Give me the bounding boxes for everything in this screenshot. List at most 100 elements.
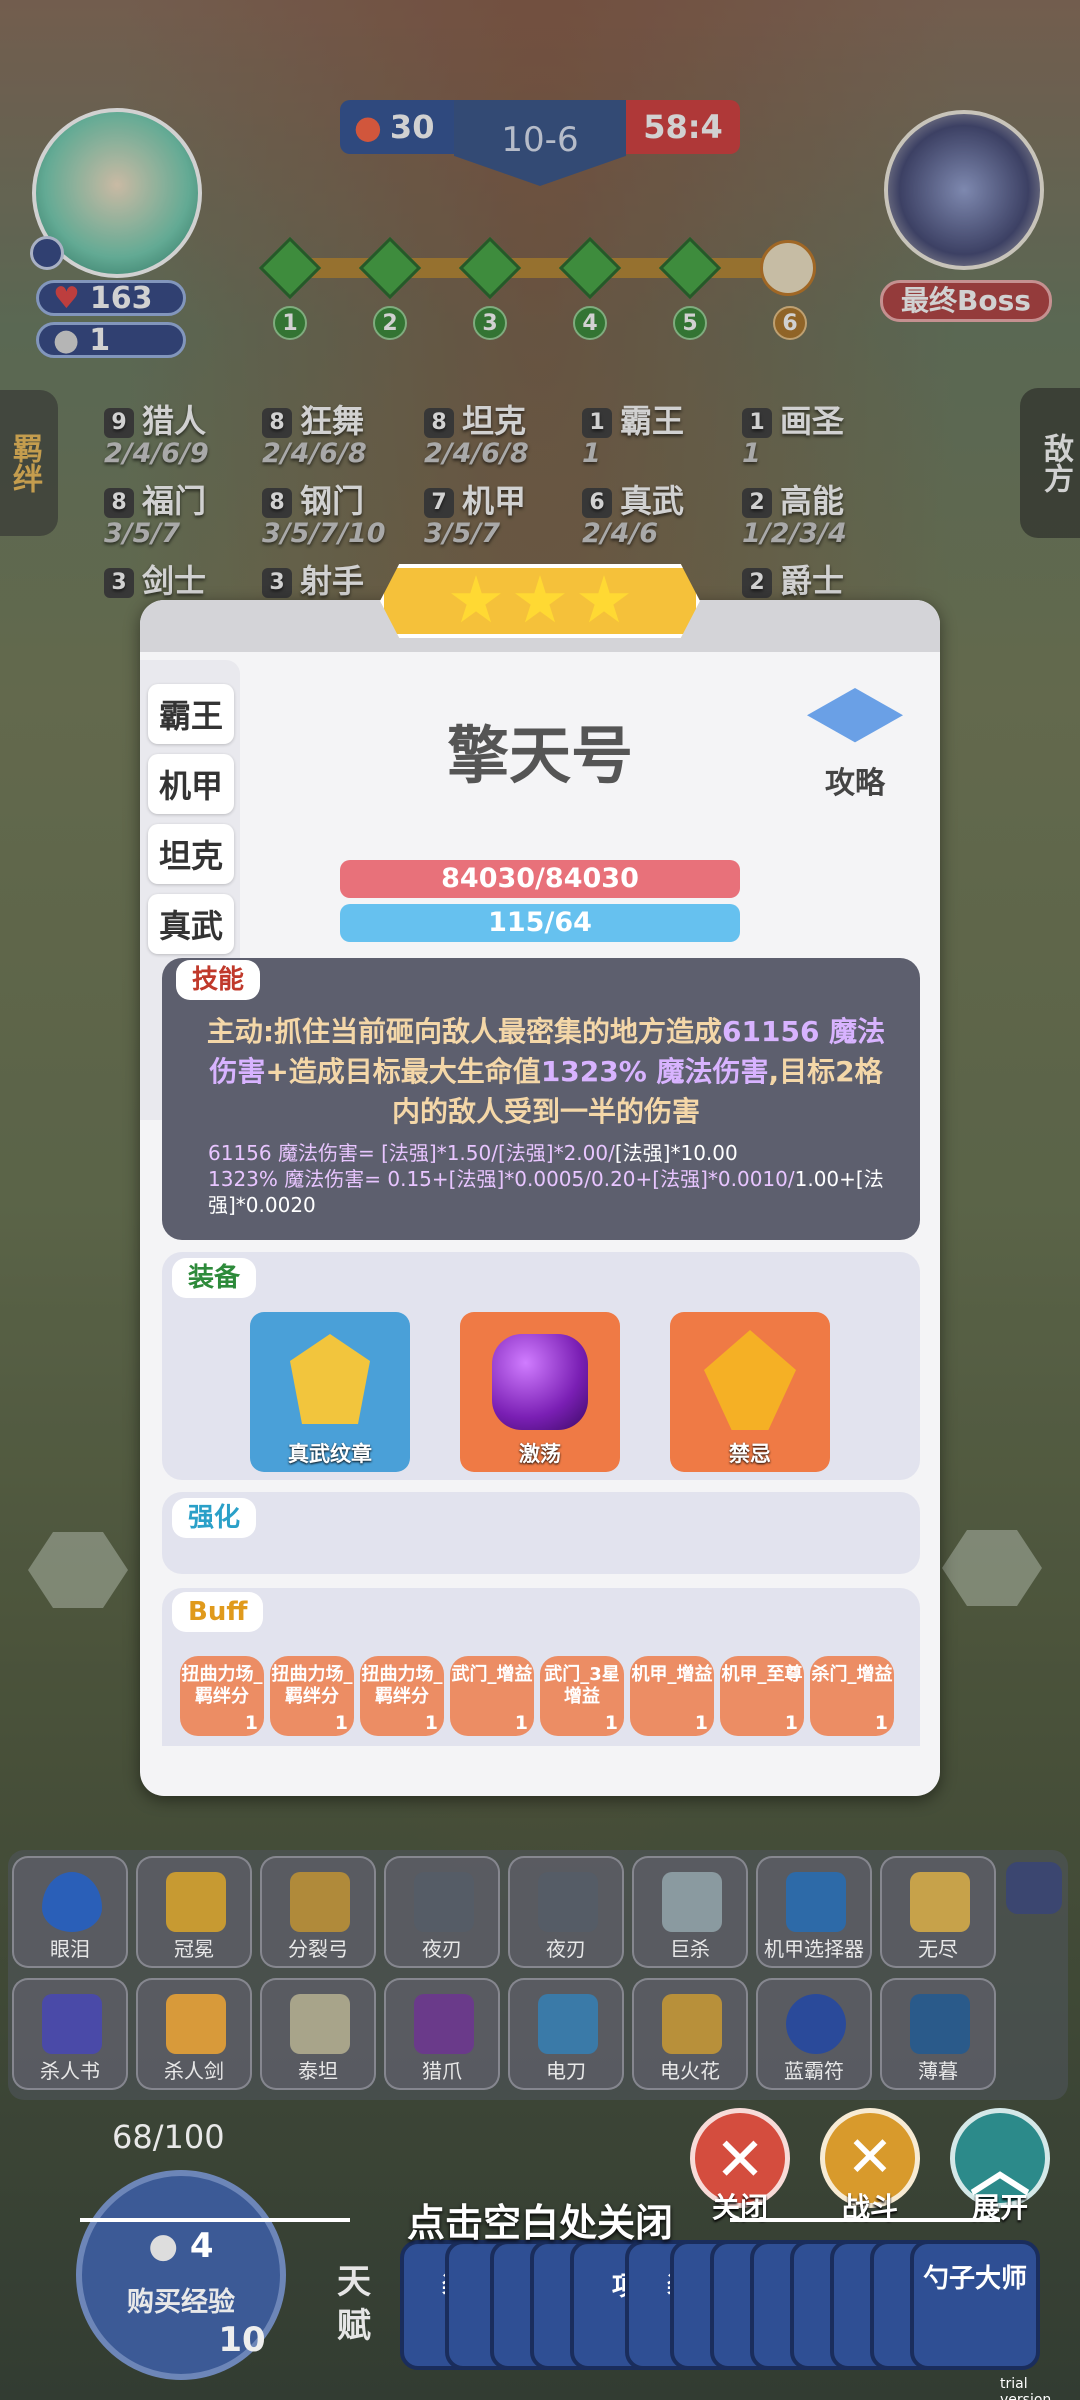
blade-icon: [538, 1872, 598, 1932]
blue-buff-icon: [786, 1994, 846, 2054]
buff-chip[interactable]: 武门_3星增益 1: [540, 1656, 624, 1736]
item-label: 猎爪: [422, 2059, 462, 2083]
unit-tag[interactable]: 真武: [148, 894, 234, 954]
buff-count: 1: [334, 1712, 348, 1734]
buff-count: 1: [784, 1712, 798, 1734]
inventory-item[interactable]: 蓝霸符: [756, 1978, 872, 2090]
guide-button[interactable]: 攻略: [800, 688, 910, 802]
buff-count: 1: [694, 1712, 708, 1734]
player-level: 10: [218, 2320, 266, 2360]
item-label: 泰坦: [298, 2059, 338, 2083]
item-label: 巨杀: [670, 1937, 710, 1961]
equipment-name: 禁忌: [729, 1442, 771, 1466]
buff-name: 扭曲力场_羁绊分: [271, 1664, 353, 1707]
inventory-item[interactable]: 杀人书: [12, 1978, 128, 2090]
inventory-item[interactable]: 冠冕: [136, 1856, 252, 1968]
buff-chip[interactable]: 武门_增益 1: [450, 1656, 534, 1736]
inventory-item[interactable]: 夜刃: [508, 1856, 624, 1968]
inventory-item[interactable]: 眼泪: [12, 1856, 128, 1968]
titan-icon: [290, 1994, 350, 2054]
buy-cost: 4: [189, 2226, 214, 2266]
buff-name: 扭曲力场_羁绊分: [181, 1664, 263, 1707]
item-label: 杀人剑: [164, 2059, 224, 2083]
buff-chip[interactable]: 扭曲力场_羁绊分 1: [180, 1656, 264, 1736]
skill-label: 技能: [176, 960, 261, 1000]
close-hint-line-right: [730, 2218, 1000, 2222]
buff-name: 扭曲力场_羁绊分: [361, 1664, 443, 1707]
tear-icon: [42, 1872, 102, 1932]
formula-text: [法强]*10.00: [614, 1141, 738, 1165]
item-label: 冠冕: [174, 1937, 214, 1961]
claw-icon: [414, 1994, 474, 2054]
equipment-slot[interactable]: 真武纹章: [250, 1312, 410, 1472]
inventory-item[interactable]: 无尽: [880, 1856, 996, 1968]
inventory-item[interactable]: 杀人剑: [136, 1978, 252, 2090]
buff-chip[interactable]: 杀门_增益 1: [810, 1656, 894, 1736]
graduation-cap-icon: [807, 688, 903, 743]
talent-card[interactable]: 勺子大师: [910, 2240, 1040, 2370]
item-label: 眼泪: [50, 1937, 90, 1961]
buy-xp-label: 购买经验: [127, 2287, 235, 2318]
unit-name: 擎天号: [446, 719, 633, 792]
unit-tag[interactable]: 机甲: [148, 754, 234, 814]
item-label: 杀人书: [40, 2059, 100, 2083]
hp-bar: 84030/84030: [340, 860, 740, 898]
inventory-item[interactable]: 猎爪: [384, 1978, 500, 2090]
crystal-icon: [704, 1330, 796, 1430]
buff-chip[interactable]: 扭曲力场_羁绊分 1: [270, 1656, 354, 1736]
buff-label: Buff: [172, 1592, 264, 1632]
formula-text: 1323% 魔法伤害= 0.15+[法强]*0.0005/0.20+[法强]*0…: [208, 1167, 795, 1191]
star-icon: [451, 575, 501, 623]
inventory-scrollbar[interactable]: [1006, 1862, 1062, 1914]
crossed-swords-icon: ✕: [846, 2125, 894, 2190]
buff-chip[interactable]: 机甲_增益 1: [630, 1656, 714, 1736]
buff-name: 杀门_增益: [811, 1664, 893, 1685]
mecha-selector-icon: [786, 1872, 846, 1932]
buff-count: 1: [244, 1712, 258, 1734]
watermark: trial version: [1000, 2376, 1052, 2400]
item-label: 机甲选择器: [764, 1937, 864, 1961]
star-rating: [380, 564, 700, 638]
buff-name: 机甲_至尊: [721, 1664, 803, 1685]
enhance-label: 强化: [172, 1498, 257, 1538]
equipment-name: 真武纹章: [288, 1442, 372, 1466]
equipment-name: 激荡: [519, 1442, 561, 1466]
inventory-item[interactable]: 夜刃: [384, 1856, 500, 1968]
inventory-item[interactable]: 分裂弓: [260, 1856, 376, 1968]
enhance-section: [162, 1492, 920, 1574]
inventory-item[interactable]: 电火花: [632, 1978, 748, 2090]
inventory-item[interactable]: 机甲选择器: [756, 1856, 872, 1968]
star-icon: [579, 575, 629, 623]
crown-icon: [166, 1872, 226, 1932]
item-label: 电刀: [546, 2059, 586, 2083]
orb-icon: [492, 1334, 588, 1430]
item-label: 薄暮: [918, 2059, 958, 2083]
star-icon: [515, 575, 565, 623]
emblem-icon: [290, 1334, 370, 1424]
sword-icon: [910, 1872, 970, 1932]
sword-icon: [166, 1994, 226, 2054]
book-icon: [42, 1994, 102, 2054]
close-hint-line-left: [80, 2218, 350, 2222]
close-hint: 点击空白处关闭: [406, 2201, 673, 2245]
skill-formula: 61156 魔法伤害= [法强]*1.50/[法强]*2.00/[法强]*10.…: [208, 1140, 908, 1218]
unit-tag[interactable]: 霸王: [148, 684, 234, 744]
electric-blade-icon: [538, 1994, 598, 2054]
inventory-item[interactable]: 泰坦: [260, 1978, 376, 2090]
inventory-item[interactable]: 薄暮: [880, 1978, 996, 2090]
unit-tag[interactable]: 坦克: [148, 824, 234, 884]
greatsword-icon: [662, 1872, 722, 1932]
buff-name: 武门_3星增益: [544, 1664, 620, 1707]
buff-name: 机甲_增益: [631, 1664, 713, 1685]
buff-chip[interactable]: 机甲_至尊 1: [720, 1656, 804, 1736]
close-icon: ✕: [714, 2125, 766, 2195]
skill-desc-text: 主动:抓住当前砸向敌人最密集的地方造成: [206, 1015, 723, 1048]
buff-chip[interactable]: 扭曲力场_羁绊分 1: [360, 1656, 444, 1736]
formula-text: 61156 魔法伤害= [法强]*1.50/[法强]*2.00/: [208, 1141, 615, 1165]
equipment-slot[interactable]: 禁忌: [670, 1312, 830, 1472]
inventory-item[interactable]: 巨杀: [632, 1856, 748, 1968]
buff-name: 武门_增益: [451, 1664, 533, 1685]
inventory-item[interactable]: 电刀: [508, 1978, 624, 2090]
equipment-slot[interactable]: 激荡: [460, 1312, 620, 1472]
bow-icon: [290, 1872, 350, 1932]
